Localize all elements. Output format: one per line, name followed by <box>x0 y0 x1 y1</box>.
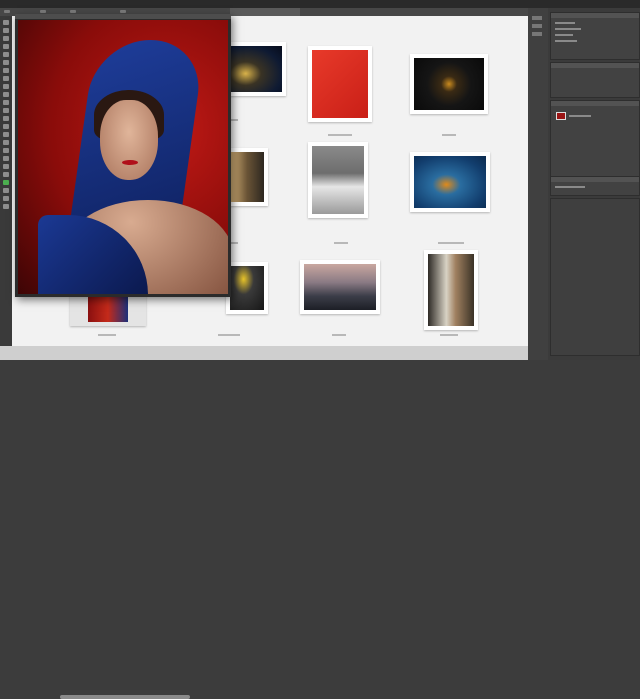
shape-icon[interactable] <box>3 156 9 161</box>
thumbnail-caption <box>440 334 458 336</box>
crop-icon[interactable] <box>3 52 9 57</box>
night-house-photo <box>230 46 282 92</box>
thumbnail-caption <box>334 242 348 244</box>
yellow-object-photo <box>230 266 264 310</box>
layers-panel[interactable] <box>550 100 640 182</box>
thumbnail-caption <box>98 334 116 336</box>
panel-row <box>555 186 585 188</box>
quick-mask-icon[interactable] <box>3 196 9 201</box>
red-lipsticks-photo <box>312 50 368 118</box>
panel-row <box>555 28 581 30</box>
document-tab[interactable] <box>230 8 300 16</box>
background-color-icon[interactable] <box>3 188 9 193</box>
screen-mode-icon[interactable] <box>3 204 9 209</box>
panel-row <box>555 34 573 36</box>
gradient-icon[interactable] <box>3 108 9 113</box>
stamp-icon[interactable] <box>3 84 9 89</box>
properties-panel[interactable] <box>550 62 640 98</box>
thumbnail-card[interactable] <box>226 42 286 96</box>
option-toggle-icon[interactable] <box>70 10 76 13</box>
color-panel[interactable] <box>550 12 640 60</box>
window-title-bar[interactable] <box>15 14 231 19</box>
menu-bar[interactable] <box>0 0 640 8</box>
thumbnail-caption <box>332 334 346 336</box>
move-icon[interactable] <box>3 20 9 25</box>
thumbnail-card[interactable] <box>424 250 478 330</box>
marquee-icon[interactable] <box>3 28 9 33</box>
gold-padlock-photo <box>414 58 484 110</box>
eyedropper-icon[interactable] <box>3 60 9 65</box>
thumbnail-caption <box>442 134 456 136</box>
blue-splash-product-photo <box>414 156 486 208</box>
history-brush-icon[interactable] <box>3 92 9 97</box>
eraser-icon[interactable] <box>3 100 9 105</box>
layer-thumbnail[interactable] <box>556 112 566 120</box>
dodge-icon[interactable] <box>3 124 9 129</box>
blonde-woman-portrait-photo <box>230 152 264 202</box>
portrait-thumbnail-photo <box>88 296 128 322</box>
layer-name <box>569 115 591 117</box>
thumbnail-caption <box>328 134 352 136</box>
color-panel-icon[interactable] <box>551 13 639 18</box>
brush-icon[interactable] <box>3 76 9 81</box>
panel-row <box>555 22 575 24</box>
woman-white-coat-photo <box>312 146 364 214</box>
empty-panel-area <box>550 198 640 356</box>
lasso-icon[interactable] <box>3 36 9 41</box>
thumbnail-caption <box>438 242 464 244</box>
layers-panel-icon[interactable] <box>551 101 639 106</box>
status-bar <box>0 346 528 699</box>
selected-thumbnail-card[interactable] <box>70 292 146 326</box>
woman-by-window-photo <box>428 254 474 326</box>
zoom-icon[interactable] <box>3 172 9 177</box>
hand-icon[interactable] <box>3 164 9 169</box>
portrait-photo-blue-hood-red-background <box>18 20 228 294</box>
lips-shape <box>122 160 138 165</box>
actions-panel-icon[interactable] <box>532 24 542 28</box>
thumbnail-caption <box>218 334 240 336</box>
panel-dock-icons <box>528 8 548 360</box>
tool-preset-icon[interactable] <box>4 10 10 13</box>
rocky-seascape-photo <box>304 264 376 310</box>
thumbnail-card[interactable] <box>410 152 490 212</box>
option-toggle-icon[interactable] <box>40 10 46 13</box>
brush-panel-icon[interactable] <box>532 32 542 36</box>
thumbnail-card[interactable] <box>226 262 268 314</box>
history-panel-icon[interactable] <box>532 16 542 20</box>
thumbnail-card[interactable] <box>300 260 380 314</box>
thumbnail-card[interactable] <box>308 142 368 218</box>
wand-icon[interactable] <box>3 44 9 49</box>
panel-row <box>555 40 577 42</box>
thumbnail-card[interactable] <box>308 46 372 122</box>
heal-icon[interactable] <box>3 68 9 73</box>
history-panel[interactable] <box>550 176 640 196</box>
thumbnail-card[interactable] <box>226 148 268 206</box>
right-panels <box>548 8 640 360</box>
thumbnail-caption <box>230 242 238 244</box>
option-dropdown-icon[interactable] <box>120 10 126 13</box>
history-panel-icon[interactable] <box>551 177 639 182</box>
properties-panel-icon[interactable] <box>551 63 639 68</box>
face-shape <box>100 100 158 180</box>
type-icon[interactable] <box>3 140 9 145</box>
foreground-color-icon[interactable] <box>3 180 9 185</box>
floating-document-window[interactable] <box>15 14 231 297</box>
pen-icon[interactable] <box>3 132 9 137</box>
blur-icon[interactable] <box>3 116 9 121</box>
horizontal-scrollbar[interactable] <box>60 695 190 699</box>
thumbnail-card[interactable] <box>410 54 488 114</box>
path-select-icon[interactable] <box>3 148 9 153</box>
